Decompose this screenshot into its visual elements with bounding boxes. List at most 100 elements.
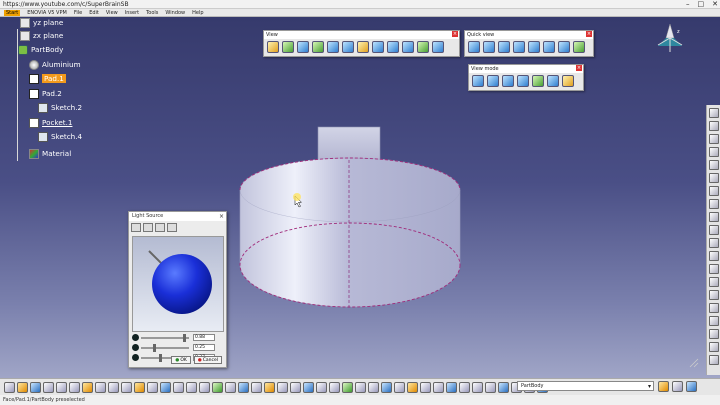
diffuse-value[interactable]: 0.25 — [193, 344, 215, 351]
print-icon[interactable] — [43, 381, 54, 393]
tool-icon[interactable] — [708, 277, 719, 287]
ok-button[interactable]: ● OK — [171, 356, 191, 364]
measure-icon[interactable] — [147, 381, 158, 393]
shading-icon[interactable] — [402, 41, 414, 53]
menu-view[interactable]: View — [106, 10, 118, 16]
chamfer-icon[interactable] — [420, 381, 431, 393]
minimize-icon[interactable]: – — [686, 0, 690, 9]
body-selector-combo[interactable]: PartBody — [517, 381, 654, 391]
menu-insert[interactable]: Insert — [125, 10, 139, 16]
constraint-icon[interactable] — [225, 381, 236, 393]
menu-file[interactable]: File — [74, 10, 82, 16]
thickness-icon[interactable] — [459, 381, 470, 393]
compass-icon[interactable]: z — [652, 22, 688, 58]
bottom-view-icon[interactable] — [558, 41, 570, 53]
menu-tools[interactable]: Tools — [146, 10, 158, 16]
back-view-icon[interactable] — [498, 41, 510, 53]
groove-icon[interactable] — [355, 381, 366, 393]
hole-icon[interactable] — [368, 381, 379, 393]
diffuse-slider[interactable] — [141, 343, 189, 352]
tool-icon[interactable] — [708, 290, 719, 300]
tree-item-pad1[interactable]: Pad.1 — [29, 73, 66, 84]
annotation-icon[interactable] — [186, 381, 197, 393]
close-icon[interactable]: × — [586, 31, 592, 37]
tree-item-pad2[interactable]: Pad.2 — [29, 88, 62, 99]
draft-analysis-icon[interactable] — [251, 381, 262, 393]
scan-icon[interactable] — [199, 381, 210, 393]
tool-icon[interactable] — [708, 134, 719, 144]
tree-item-aluminium[interactable]: Aluminium — [29, 59, 81, 70]
light-preview[interactable] — [132, 236, 224, 332]
hide-show-icon[interactable] — [417, 41, 429, 53]
tree-item-sketch2[interactable]: Sketch.2 — [38, 102, 82, 113]
tree-item-sketch4[interactable]: Sketch.4 — [38, 131, 82, 142]
tool-icon[interactable] — [708, 303, 719, 313]
zoom-in-icon[interactable] — [327, 41, 339, 53]
tool-icon[interactable] — [708, 147, 719, 157]
menu-edit[interactable]: Edit — [89, 10, 99, 16]
close-icon[interactable]: ✕ — [712, 0, 718, 9]
shading-hidden-edges-icon[interactable] — [517, 75, 529, 87]
axis-system-icon[interactable] — [173, 381, 184, 393]
update-icon[interactable] — [212, 381, 223, 393]
customize-view-icon[interactable] — [562, 75, 574, 87]
normal-view-icon[interactable] — [357, 41, 369, 53]
tool-icon[interactable] — [708, 264, 719, 274]
tool-icon[interactable] — [708, 121, 719, 131]
tool-icon[interactable] — [708, 173, 719, 183]
isometric-view-icon[interactable] — [387, 41, 399, 53]
menu-start[interactable]: Start — [4, 9, 21, 16]
rotate-icon[interactable] — [312, 41, 324, 53]
redo-icon[interactable] — [108, 381, 119, 393]
shading-edges-icon[interactable] — [487, 75, 499, 87]
maximize-icon[interactable]: □ — [698, 0, 705, 9]
mirror-icon[interactable] — [485, 381, 496, 393]
menu-window[interactable]: Window — [165, 10, 185, 16]
slot-icon[interactable] — [394, 381, 405, 393]
tool-icon[interactable] — [708, 212, 719, 222]
tool-icon[interactable] — [708, 186, 719, 196]
close-icon[interactable]: × — [576, 65, 582, 71]
multi-view-icon[interactable] — [372, 41, 384, 53]
specification-tree[interactable]: yz plane zx plane PartBody Aluminium Pad… — [0, 17, 120, 167]
pan-icon[interactable] — [297, 41, 309, 53]
draft-icon[interactable] — [433, 381, 444, 393]
boolean-icon[interactable] — [672, 381, 683, 392]
paste-icon[interactable] — [82, 381, 93, 393]
new-icon[interactable] — [4, 381, 15, 393]
pocket-icon[interactable] — [329, 381, 340, 393]
pad-block[interactable] — [317, 126, 381, 162]
neon-light-icon[interactable] — [155, 223, 165, 232]
tool-icon[interactable] — [708, 238, 719, 248]
assemble-icon[interactable] — [686, 381, 697, 392]
shell-icon[interactable] — [446, 381, 457, 393]
ambient-value[interactable]: 0.88 — [193, 334, 215, 341]
shading-edges-no-smooth-icon[interactable] — [502, 75, 514, 87]
ambient-slider[interactable] — [141, 333, 189, 342]
fit-all-icon[interactable] — [282, 41, 294, 53]
close-icon[interactable]: × — [219, 212, 224, 221]
iso-view-icon[interactable] — [468, 41, 480, 53]
sketcher-icon[interactable] — [134, 381, 145, 393]
left-view-icon[interactable] — [513, 41, 525, 53]
wireframe-icon[interactable] — [547, 75, 559, 87]
line-icon[interactable] — [290, 381, 301, 393]
thread-icon[interactable] — [472, 381, 483, 393]
open-icon[interactable] — [17, 381, 28, 393]
tool-icon[interactable] — [708, 316, 719, 326]
shading-material-icon[interactable] — [532, 75, 544, 87]
single-light-icon[interactable] — [131, 223, 141, 232]
tool-icon[interactable] — [708, 342, 719, 352]
point-icon[interactable] — [277, 381, 288, 393]
copy-icon[interactable] — [69, 381, 80, 393]
tool-icon[interactable] — [708, 355, 719, 365]
whats-this-icon[interactable] — [121, 381, 132, 393]
apply-material-icon[interactable] — [160, 381, 171, 393]
cancel-button[interactable]: ● Cancel — [193, 356, 222, 364]
front-view-icon[interactable] — [483, 41, 495, 53]
fly-mode-icon[interactable] — [267, 41, 279, 53]
close-icon[interactable]: × — [452, 31, 458, 37]
cylinder-side[interactable] — [239, 157, 461, 308]
insert-body-icon[interactable] — [658, 381, 669, 392]
tool-icon[interactable] — [708, 329, 719, 339]
